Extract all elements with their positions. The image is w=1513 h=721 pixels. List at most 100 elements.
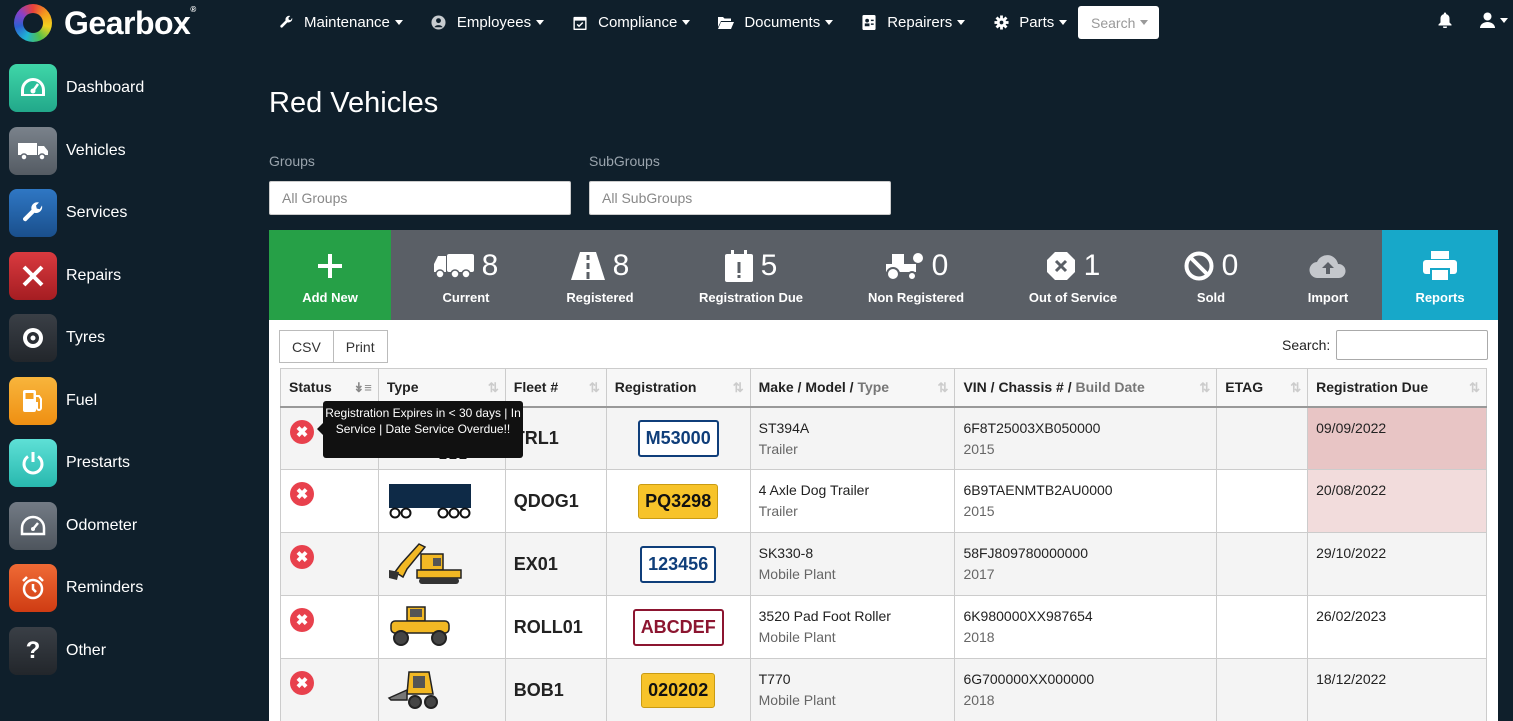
- sidebar-item-label: Vehicles: [66, 142, 126, 159]
- type-cell: [377, 658, 506, 721]
- print-button[interactable]: Print: [333, 330, 388, 363]
- stat-non-registered[interactable]: 0 Non Registered: [861, 230, 971, 320]
- groups-select[interactable]: All Groups: [269, 181, 571, 215]
- nav-employees[interactable]: Employees: [431, 13, 545, 31]
- sidebar-item-other[interactable]: ? Other: [9, 627, 106, 675]
- registration-plate[interactable]: PQ3298: [638, 483, 719, 519]
- x-circle-icon[interactable]: ✖: [290, 545, 314, 569]
- csv-button[interactable]: CSV: [279, 330, 334, 363]
- sidebar-item-tyres[interactable]: Tyres: [9, 314, 105, 362]
- gear-icon: [993, 14, 1009, 30]
- sidebar-item-fuel[interactable]: Fuel: [9, 377, 97, 425]
- sidebar-item-label: Other: [66, 642, 107, 659]
- sidebar-item-prestarts[interactable]: Prestarts: [9, 439, 130, 487]
- subgroups-select[interactable]: All SubGroups: [589, 181, 891, 215]
- fleet-cell[interactable]: BOB1: [504, 658, 607, 721]
- fleet-cell[interactable]: EX01: [504, 532, 607, 596]
- status-cell: ✖: [280, 595, 379, 659]
- stat-sold-label: Sold: [1196, 289, 1226, 305]
- nav-parts[interactable]: Parts: [993, 14, 1068, 31]
- import-button[interactable]: Import: [1298, 230, 1358, 320]
- reports-button[interactable]: Reports: [1382, 230, 1498, 320]
- sidebar-item-dashboard[interactable]: Dashboard: [9, 64, 144, 112]
- th-vin[interactable]: VIN / Chassis # / Build Date ⇅: [954, 368, 1218, 408]
- th-registration[interactable]: Registration ⇅: [605, 368, 751, 408]
- sidebar-item-label: Odometer: [66, 517, 138, 534]
- odometer-icon: [9, 502, 57, 550]
- x-circle-icon[interactable]: ✖: [290, 482, 314, 506]
- global-search-dropdown[interactable]: Search: [1078, 6, 1159, 39]
- question-icon: ?: [9, 627, 57, 675]
- tyre-icon: [9, 314, 57, 362]
- caret-down-icon: [536, 19, 545, 25]
- add-new-button[interactable]: Add New: [269, 230, 391, 320]
- th-etag[interactable]: ETAG ⇅: [1216, 368, 1309, 408]
- table-row[interactable]: ✖ ROLL01 ABCDEF 3520 Pad Foot Roller Mobi…: [280, 595, 1487, 659]
- sidebar-item-repairs[interactable]: Repairs: [9, 252, 121, 300]
- th-build-date-label: Build Date: [1075, 379, 1145, 396]
- truck-icon: [433, 253, 474, 279]
- nav-compliance[interactable]: Compliance: [572, 14, 691, 31]
- excavator-icon: [388, 542, 462, 584]
- stat-out-of-service[interactable]: 1 Out of Service: [1027, 230, 1119, 320]
- type-cell: [377, 469, 506, 533]
- registration-plate[interactable]: 020202: [641, 672, 716, 708]
- registration-cell: PQ3298: [605, 469, 751, 533]
- registration-due-cell: 26/02/2023: [1307, 595, 1487, 659]
- table-row[interactable]: ✖ BOB1 020202 T770 Mobile Plant 6G700000X…: [280, 658, 1487, 721]
- th-type-sub-label: Type: [857, 379, 890, 396]
- th-make-model[interactable]: Make / Model / Type ⇅: [749, 368, 956, 408]
- gearbox-logo[interactable]: Gearbox®: [14, 4, 196, 42]
- sort-icon: ⇅: [1290, 380, 1302, 395]
- sidebar-item-label: Prestarts: [66, 454, 131, 471]
- x-circle-icon[interactable]: ✖: [290, 671, 314, 695]
- caret-down-icon: [1140, 20, 1149, 25]
- sidebar-item-vehicles[interactable]: Vehicles: [9, 127, 126, 175]
- vin-cell: 6B9TAENMTB2AU0000 2015: [954, 469, 1218, 533]
- th-registration-due[interactable]: Registration Due ⇅: [1307, 368, 1487, 408]
- etag-cell: [1216, 532, 1309, 596]
- trademark: ®: [190, 4, 196, 14]
- nav-employees-label: Employees: [456, 13, 532, 31]
- stat-current[interactable]: 8 Current: [421, 230, 511, 320]
- sidebar-item-services[interactable]: Services: [9, 189, 127, 237]
- caret-down-icon: [1059, 19, 1068, 25]
- fleet-cell[interactable]: ROLL01: [504, 595, 607, 659]
- nav-documents-label: Documents: [744, 13, 821, 31]
- stat-non-registered-count: 0: [931, 248, 949, 282]
- table-row[interactable]: ✖ EX01 123456 SK330-8 Mobile Plant 58FJ80…: [280, 532, 1487, 596]
- table-row[interactable]: ✖ QDOG1 PQ3298 4 Axle Dog Trailer Trailer…: [280, 469, 1487, 533]
- model-text: SK330-8: [758, 545, 814, 561]
- make-model-cell: SK330-8 Mobile Plant: [749, 532, 956, 596]
- fleet-cell[interactable]: QDOG1: [504, 469, 607, 533]
- x-circle-icon[interactable]: ✖: [290, 419, 314, 444]
- table-search-input[interactable]: [1336, 330, 1488, 360]
- stat-registration-due[interactable]: 5 Registration Due: [693, 230, 809, 320]
- sort-icon: ⇅: [1469, 380, 1480, 395]
- registration-plate[interactable]: ABCDEF: [632, 608, 724, 646]
- th-registration-label: Registration: [614, 379, 697, 396]
- sort-icon: ⇅: [937, 380, 949, 395]
- tools-icon: [9, 252, 57, 300]
- sidebar-item-label: Reminders: [66, 579, 144, 596]
- sidebar-item-odometer[interactable]: Odometer: [9, 502, 137, 550]
- build-year-text: 2017: [963, 566, 995, 582]
- sidebar-item-reminders[interactable]: Reminders: [9, 564, 143, 612]
- bell-icon[interactable]: [1438, 12, 1452, 33]
- truck-icon: [9, 127, 57, 175]
- registration-due-cell: 29/10/2022: [1307, 532, 1487, 596]
- user-menu[interactable]: [1480, 12, 1508, 28]
- user-icon: [1480, 12, 1495, 28]
- stat-sold[interactable]: 0 Sold: [1181, 230, 1241, 320]
- status-cell: ✖: [280, 532, 379, 596]
- x-circle-icon[interactable]: ✖: [290, 608, 314, 632]
- registration-plate[interactable]: 123456: [640, 545, 717, 583]
- registration-cell: M53000: [605, 406, 751, 470]
- vehicle-type-text: Trailer: [758, 440, 798, 457]
- registration-plate[interactable]: M53000: [637, 419, 719, 457]
- nav-documents[interactable]: Documents: [718, 13, 834, 31]
- stat-registered[interactable]: 8 Registered: [552, 230, 648, 320]
- make-model-cell: 4 Axle Dog Trailer Trailer: [749, 469, 956, 533]
- nav-repairers[interactable]: Repairers: [861, 14, 966, 31]
- nav-maintenance[interactable]: Maintenance: [278, 14, 403, 31]
